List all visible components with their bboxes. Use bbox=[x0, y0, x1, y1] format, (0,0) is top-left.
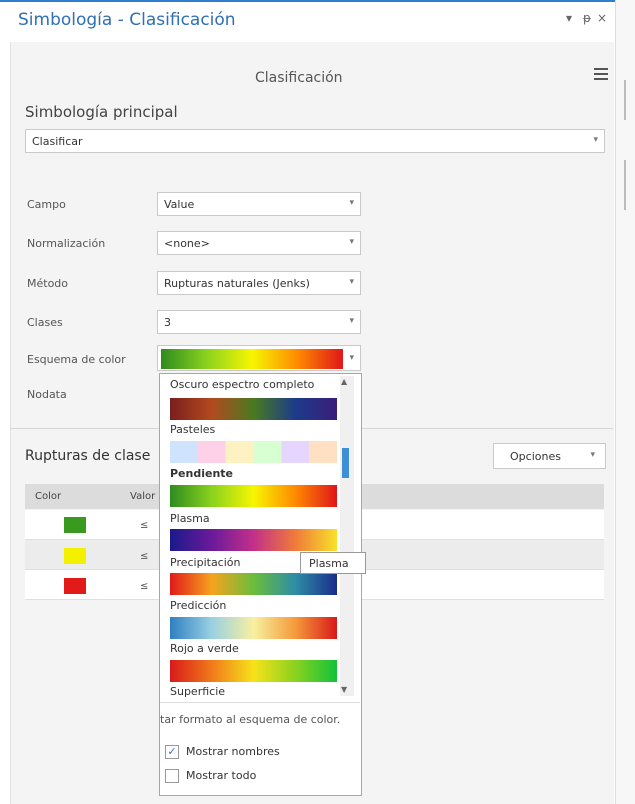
normalizacion-dropdown[interactable]: <none> ▾ bbox=[157, 231, 361, 255]
break-value: ≤ bbox=[140, 581, 149, 592]
show-all-label: Mostrar todo bbox=[186, 769, 257, 782]
hamburger-icon[interactable] bbox=[594, 68, 608, 82]
show-all-checkbox[interactable] bbox=[165, 769, 179, 783]
metodo-value: Rupturas naturales (Jenks) bbox=[164, 277, 310, 290]
options-button[interactable]: Opciones ▾ bbox=[493, 443, 606, 469]
show-names-label: Mostrar nombres bbox=[186, 745, 280, 758]
clases-dropdown[interactable]: 3 ▾ bbox=[157, 310, 361, 334]
primary-symbology-value: Clasificar bbox=[32, 135, 83, 148]
chevron-down-icon: ▾ bbox=[590, 450, 595, 460]
popup-divider bbox=[160, 702, 360, 703]
window-title: Simbología - Clasificación bbox=[18, 10, 236, 30]
palette-label: Precipitación bbox=[170, 556, 241, 569]
campo-label: Campo bbox=[27, 198, 66, 211]
color-swatch[interactable] bbox=[64, 517, 86, 533]
clases-value: 3 bbox=[164, 316, 171, 329]
side-dock-strip bbox=[615, 0, 635, 804]
palette-label: Predicción bbox=[170, 599, 227, 612]
palette-swatch-red-to-green[interactable] bbox=[170, 660, 337, 682]
palette-label: Pasteles bbox=[170, 423, 216, 436]
palette-swatch-prediction[interactable] bbox=[170, 617, 337, 639]
scrollbar-thumb[interactable] bbox=[342, 448, 349, 478]
palette-label-selected: Pendiente bbox=[170, 467, 234, 480]
break-value: ≤ bbox=[140, 520, 149, 531]
chevron-down-icon: ▾ bbox=[349, 316, 354, 326]
palette-label: Rojo a verde bbox=[170, 642, 239, 655]
esquema-label: Esquema de color bbox=[27, 353, 126, 366]
scroll-down-icon[interactable]: ▼ bbox=[341, 685, 347, 694]
side-dock-tab[interactable] bbox=[618, 70, 634, 270]
normalizacion-label: Normalización bbox=[27, 237, 106, 250]
palette-swatch-slope[interactable] bbox=[170, 485, 337, 507]
options-button-label: Opciones bbox=[510, 450, 561, 463]
palette-swatch-precipitation[interactable] bbox=[170, 573, 337, 595]
palette-label: Plasma bbox=[170, 512, 210, 525]
metodo-dropdown[interactable]: Rupturas naturales (Jenks) ▾ bbox=[157, 271, 361, 295]
column-color: Color bbox=[35, 491, 62, 502]
pin-icon[interactable]: ᵽ bbox=[583, 11, 591, 25]
palette-swatch-plasma[interactable] bbox=[170, 529, 337, 551]
palette-swatch-dark-full-spectrum[interactable] bbox=[170, 398, 337, 420]
close-icon[interactable]: × bbox=[597, 11, 607, 25]
nodata-label: Nodata bbox=[27, 388, 67, 401]
show-names-checkbox[interactable]: ✓ bbox=[165, 745, 179, 759]
color-scheme-dropdown[interactable]: ▾ bbox=[157, 345, 361, 371]
palette-label: Superficie bbox=[170, 685, 226, 698]
normalizacion-value: <none> bbox=[164, 237, 210, 250]
palette-tooltip: Plasma bbox=[300, 552, 366, 574]
campo-value: Value bbox=[164, 198, 195, 211]
primary-symbology-label: Simbología principal bbox=[25, 103, 178, 121]
chevron-down-icon: ▾ bbox=[593, 135, 598, 145]
primary-symbology-dropdown[interactable]: Clasificar ▾ bbox=[25, 129, 605, 153]
chevron-down-icon: ▾ bbox=[349, 198, 354, 208]
column-value: Valor bbox=[130, 491, 156, 502]
chevron-down-icon: ▾ bbox=[349, 237, 354, 247]
chevron-down-icon: ▾ bbox=[349, 353, 354, 363]
chevron-down-icon: ▾ bbox=[349, 277, 354, 287]
metodo-label: Método bbox=[27, 277, 69, 290]
color-swatch[interactable] bbox=[64, 578, 86, 594]
clases-label: Clases bbox=[27, 316, 63, 329]
color-swatch[interactable] bbox=[64, 548, 86, 564]
palette-swatch-pastels[interactable] bbox=[170, 441, 337, 463]
campo-dropdown[interactable]: Value ▾ bbox=[157, 192, 361, 216]
class-breaks-title: Rupturas de clase bbox=[25, 448, 151, 464]
palette-label: Oscuro espectro completo bbox=[170, 378, 315, 391]
panel-subtitle: Clasificación bbox=[255, 70, 343, 86]
break-value: ≤ bbox=[140, 551, 149, 562]
color-scheme-preview bbox=[161, 349, 343, 369]
palette-scrollbar[interactable] bbox=[340, 376, 354, 696]
pin-dropdown-icon[interactable]: ▾ bbox=[566, 11, 572, 25]
format-hint-link[interactable]: tar formato al esquema de color. bbox=[160, 713, 340, 726]
scroll-up-icon[interactable]: ▲ bbox=[341, 377, 347, 386]
